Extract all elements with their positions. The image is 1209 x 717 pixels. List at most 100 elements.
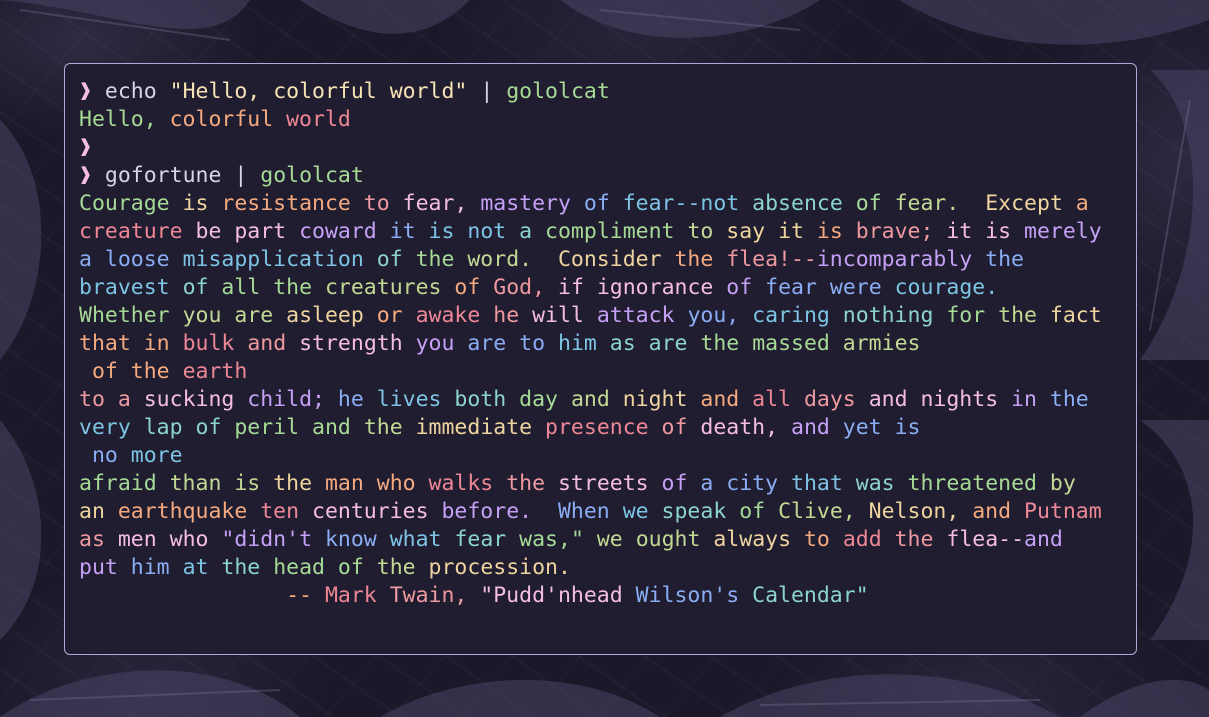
output-text: Nelson, xyxy=(868,499,973,524)
output-line: of the earth xyxy=(79,358,1136,386)
output-text: of xyxy=(195,415,235,440)
output-text: coward xyxy=(299,219,390,244)
output-text: earth xyxy=(182,359,248,384)
output-text: God, xyxy=(493,275,558,300)
output-text: massed xyxy=(752,331,843,356)
output-text: in xyxy=(143,331,183,356)
output-text: in xyxy=(1011,387,1050,412)
output-text: Clive, xyxy=(778,499,869,524)
output-text: and xyxy=(868,387,921,412)
output-text: is xyxy=(894,415,921,440)
output-text: "didn't xyxy=(221,527,325,552)
output-text: Consider xyxy=(557,247,675,272)
output-line: that in bulk and strength you are to him… xyxy=(79,330,1136,358)
output-text: of xyxy=(376,247,416,272)
output-text: as xyxy=(79,527,118,552)
output-text: is xyxy=(985,219,1025,244)
output-text: you xyxy=(182,303,235,328)
output-text: the xyxy=(415,247,468,272)
output-text: Mark xyxy=(324,583,390,608)
output-text: night xyxy=(622,387,701,412)
output-text: Putnam xyxy=(1024,499,1102,524)
output-text: earthquake xyxy=(117,499,261,524)
output-text: of xyxy=(726,275,766,300)
output-text: "Pudd'nhead xyxy=(480,583,636,608)
output-text: the xyxy=(273,471,325,496)
output-text: city xyxy=(726,471,792,496)
output-text: presence xyxy=(545,415,662,440)
output-text: than xyxy=(169,471,235,496)
terminal-window[interactable]: ❱ echo "Hello, colorful world" | gololca… xyxy=(64,63,1137,655)
output-line: bravest of all the creatures of God, if … xyxy=(79,274,1136,302)
output-text: of xyxy=(337,555,377,580)
output-text: When xyxy=(557,499,623,524)
output-text: immediate xyxy=(415,415,546,440)
output-text: Hello, xyxy=(79,107,170,132)
output-text: streets xyxy=(557,471,662,496)
prompt-line: ❱ xyxy=(79,134,1136,162)
output-text: Twain, xyxy=(389,583,481,608)
output-text: part xyxy=(234,219,300,244)
output-text: yet xyxy=(842,415,895,440)
output-text: creature xyxy=(79,219,196,244)
output-text: an xyxy=(79,499,118,524)
output-text: him xyxy=(558,331,610,356)
output-text: more xyxy=(130,443,183,468)
output-text: all xyxy=(221,275,274,300)
output-text: of xyxy=(454,275,494,300)
output-text: both xyxy=(454,387,520,412)
output-text: walks xyxy=(428,471,507,496)
output-text: he xyxy=(493,303,533,328)
output-text: add xyxy=(842,527,895,552)
output-text: and xyxy=(247,331,300,356)
output-text: merely xyxy=(1024,219,1102,244)
output-text: Courage xyxy=(79,191,183,216)
pipe-symbol: | xyxy=(480,79,494,104)
output-text: no xyxy=(79,443,131,468)
output-text: always xyxy=(713,527,804,552)
pipe-symbol: | xyxy=(234,163,248,188)
output-text: the xyxy=(1049,387,1089,412)
output-text: at xyxy=(182,555,222,580)
prompt-line: ❱ gofortune | gololcat xyxy=(79,162,1136,190)
output-text: awake xyxy=(415,303,494,328)
output-text: bravest xyxy=(79,275,183,300)
prompt-line: ❱ echo "Hello, colorful world" | gololca… xyxy=(79,78,1136,106)
output-text: to xyxy=(803,527,843,552)
output-text: fear xyxy=(454,527,520,552)
output-text: brave; xyxy=(855,219,947,244)
output-text: the xyxy=(363,415,416,440)
output-line: put him at the head of the procession. xyxy=(79,554,1136,582)
output-line: very lap of peril and the immediate pres… xyxy=(79,414,1136,442)
command-name: echo xyxy=(104,79,157,104)
output-text: armies xyxy=(842,331,921,356)
output-text: that xyxy=(791,471,856,496)
output-text: of xyxy=(583,191,623,216)
output-text: world xyxy=(286,107,351,132)
filter-command: gololcat xyxy=(506,79,610,104)
output-text: nothing xyxy=(842,303,947,328)
output-line: as men who "didn't know what fear was," … xyxy=(79,526,1136,554)
output-line: no more xyxy=(79,442,1136,470)
output-text: and xyxy=(972,499,1025,524)
output-text: of xyxy=(79,359,131,384)
output-text: it xyxy=(778,219,817,244)
output-text: it xyxy=(389,219,429,244)
output-text: child; xyxy=(247,387,338,412)
output-text: sucking xyxy=(143,387,248,412)
output-text: of xyxy=(739,499,779,524)
output-text: was xyxy=(855,471,908,496)
output-text: Calendar" xyxy=(752,583,869,608)
output-text: of xyxy=(661,415,701,440)
output-text: fear, xyxy=(402,191,481,216)
output-text: days xyxy=(803,387,869,412)
output-text: are xyxy=(234,303,287,328)
output-text: Whether xyxy=(79,303,183,328)
prompt-icon: ❱ xyxy=(79,135,92,160)
output-text: flea!-- xyxy=(726,247,817,272)
output-text: all xyxy=(752,387,804,412)
output-text: and xyxy=(312,415,364,440)
output-text: or xyxy=(376,303,416,328)
output-text: lap xyxy=(143,415,196,440)
output-text: bulk xyxy=(182,331,248,356)
